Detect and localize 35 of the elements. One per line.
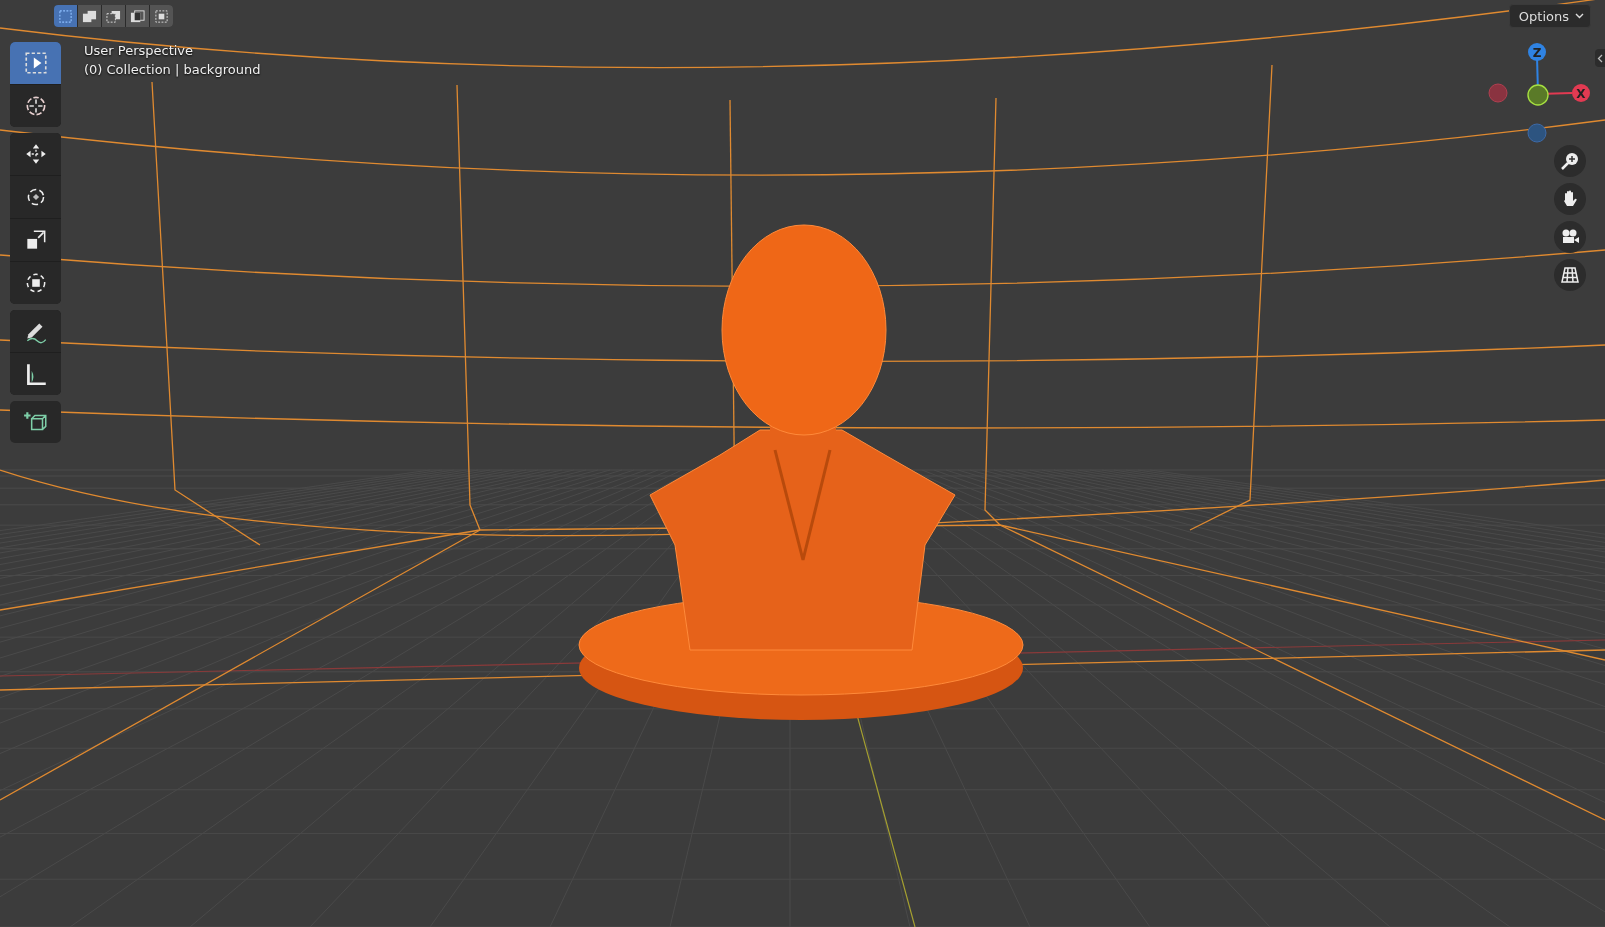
selection-mode-button[interactable] <box>126 5 149 27</box>
pan-button[interactable] <box>1554 183 1586 215</box>
selection-mode-icon <box>58 8 73 24</box>
zoom-icon <box>1560 151 1580 171</box>
selection-mode-icon <box>154 8 169 24</box>
chevron-left-icon <box>1597 53 1603 63</box>
options-dropdown[interactable]: Options <box>1508 4 1591 28</box>
selection-mode-icon <box>82 8 97 24</box>
axis-handle[interactable]: Z <box>1528 43 1546 61</box>
selection-mode-button[interactable] <box>102 5 125 27</box>
select-box-icon <box>22 50 49 76</box>
tool-button[interactable] <box>10 176 61 218</box>
axis-negative-x-handle[interactable] <box>1488 83 1508 103</box>
tool-button[interactable] <box>10 401 61 443</box>
axis-handle[interactable]: X <box>1572 84 1590 102</box>
collection-info: (0) Collection | background <box>84 62 261 77</box>
selection-mode-icon <box>106 8 121 24</box>
tool-button[interactable] <box>10 353 61 395</box>
axis-y-handle[interactable] <box>1527 84 1549 106</box>
tool-button[interactable] <box>10 85 61 127</box>
tool-button[interactable] <box>10 219 61 261</box>
tool-button[interactable] <box>10 262 61 304</box>
sidebar-toggle[interactable] <box>1595 49 1605 67</box>
grid-icon <box>1560 265 1580 285</box>
chevron-down-icon <box>1575 13 1584 19</box>
selection-mode-icon <box>130 8 145 24</box>
tool-button[interactable] <box>10 133 61 175</box>
projection-toggle-button[interactable] <box>1554 259 1586 291</box>
tool-button[interactable] <box>10 310 61 352</box>
selection-mode-button[interactable] <box>150 5 173 27</box>
zoom-button[interactable] <box>1554 145 1586 177</box>
selection-mode-button[interactable] <box>78 5 101 27</box>
view-name: User Perspective <box>84 43 195 58</box>
axis-negative-z-handle[interactable] <box>1527 123 1547 143</box>
camera-view-button[interactable] <box>1554 221 1586 253</box>
